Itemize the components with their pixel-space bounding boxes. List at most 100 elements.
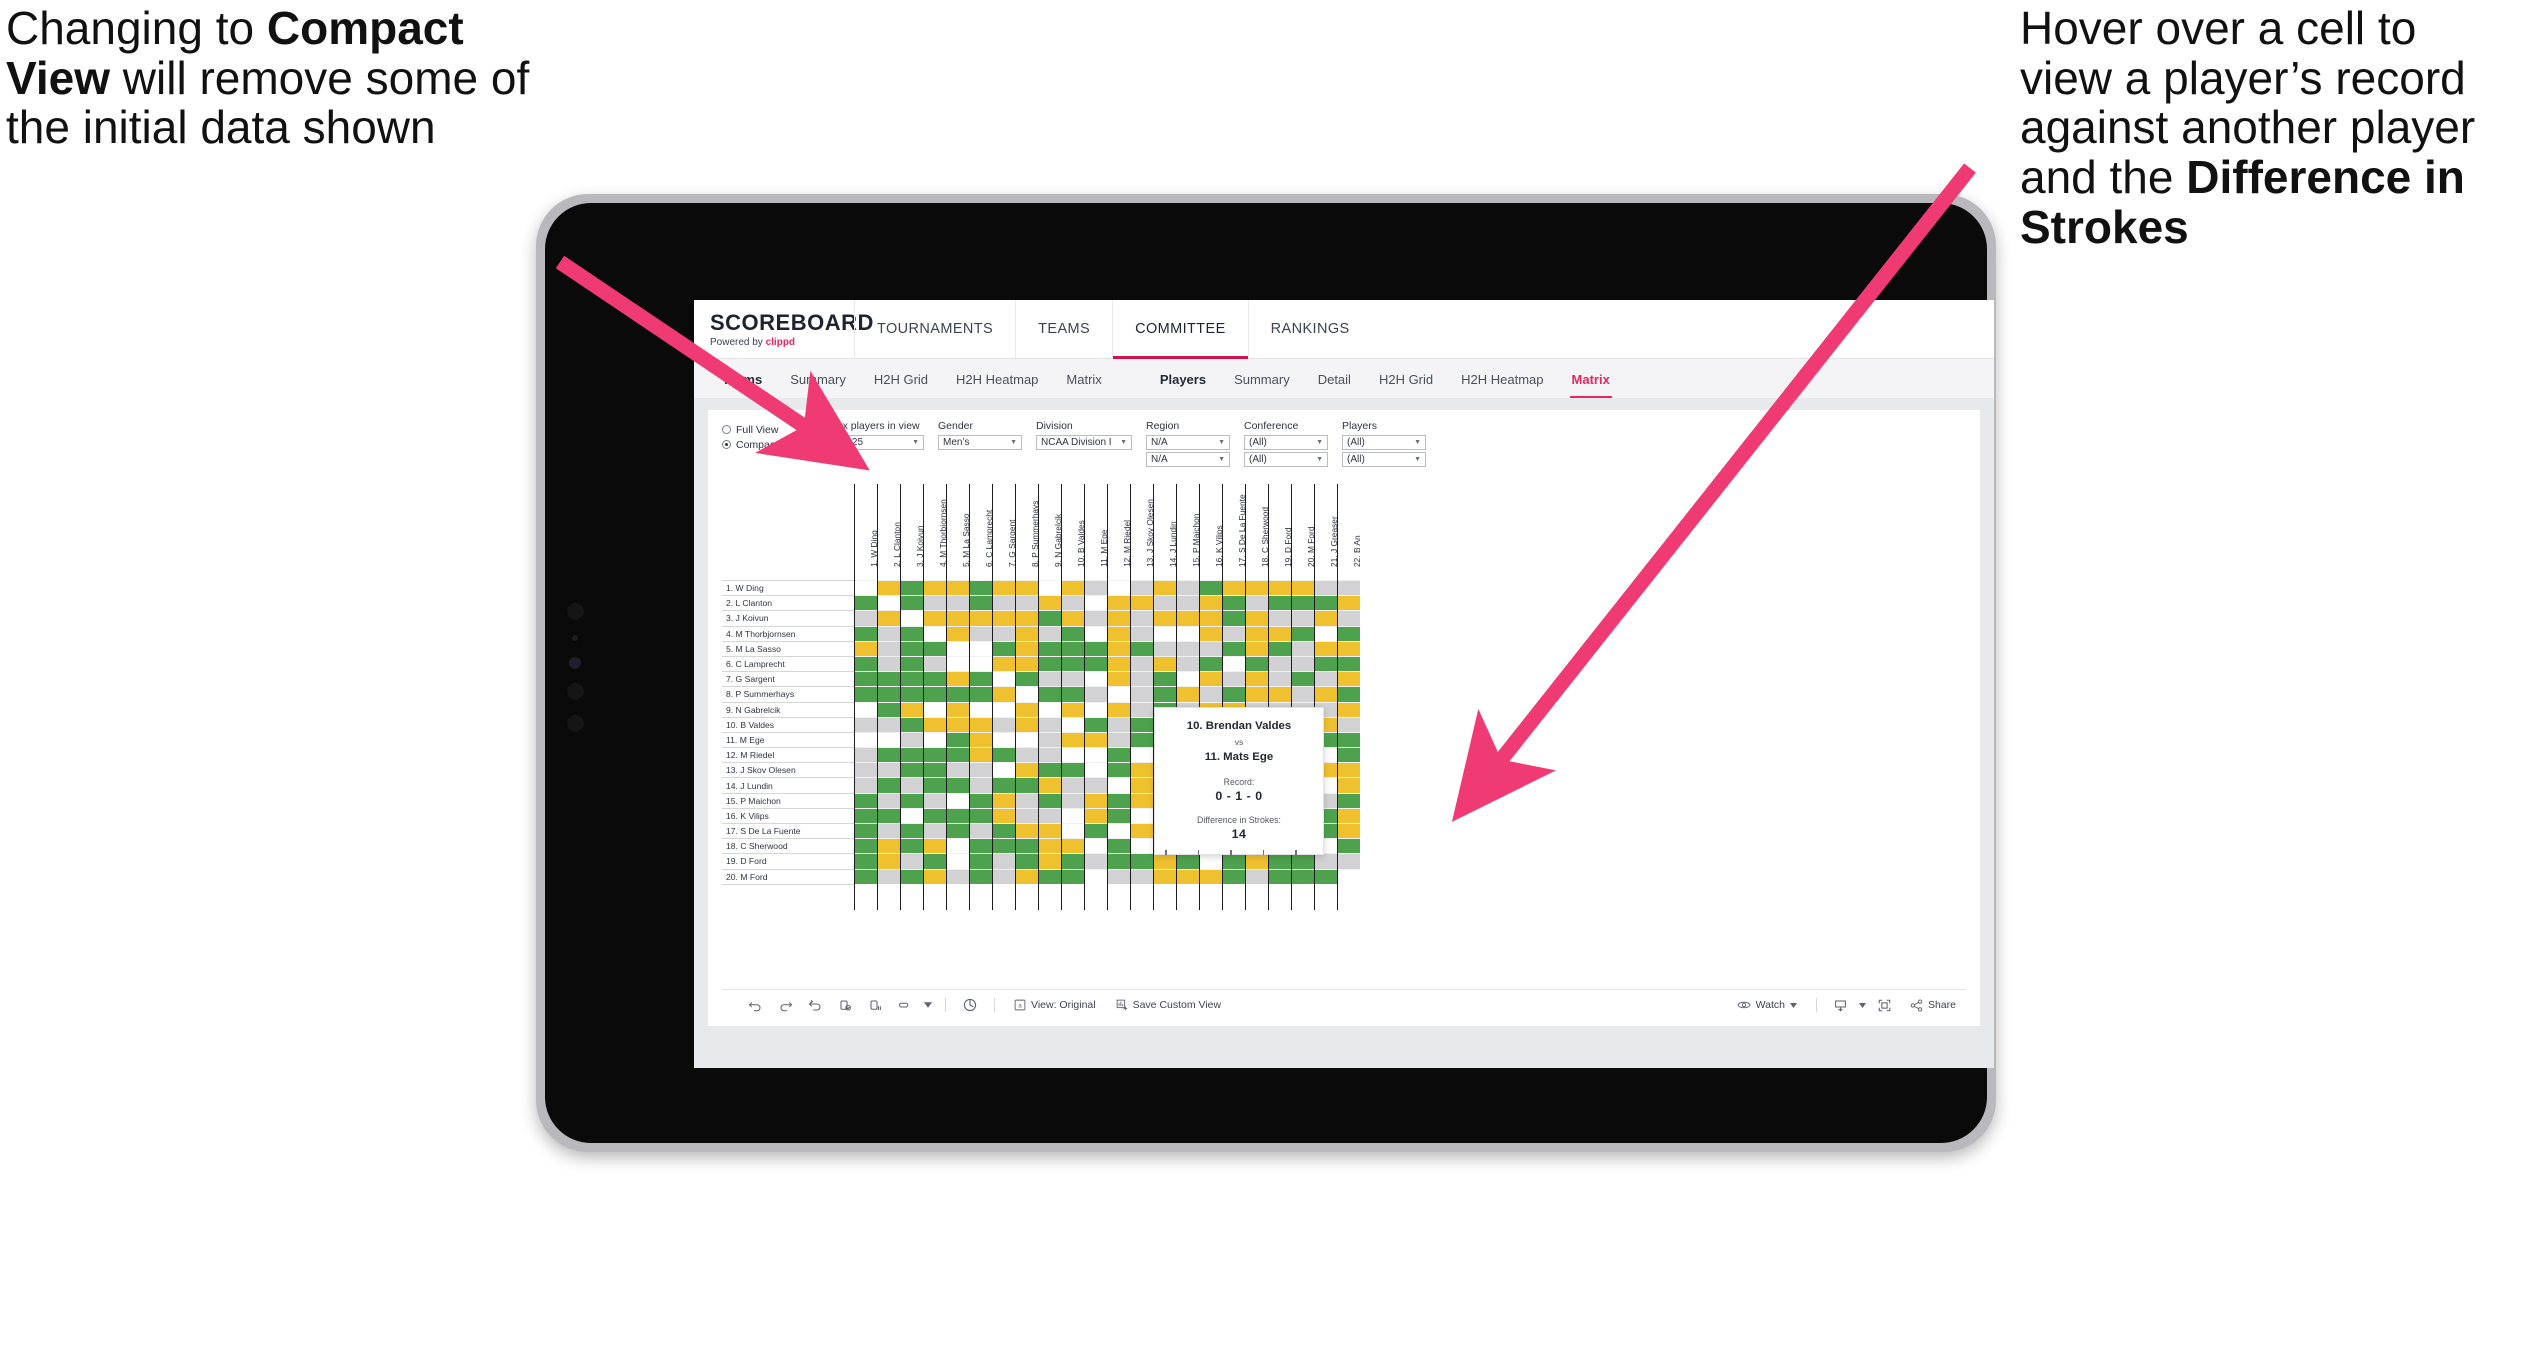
top-nav-item-rankings[interactable]: RANKINGS [1247,300,1372,358]
matrix-cell[interactable] [877,838,901,854]
matrix-cell[interactable] [1015,716,1039,733]
matrix-cell[interactable] [900,610,924,627]
matrix-cell[interactable] [1061,610,1085,627]
matrix-cell[interactable] [946,822,970,839]
matrix-cell[interactable] [1337,822,1360,839]
matrix-cell[interactable] [1291,853,1315,870]
matrix-cell[interactable] [854,762,878,778]
matrix-cell[interactable] [1222,868,1246,885]
matrix-col-header[interactable]: 1. W Ding [854,484,879,581]
top-nav-item-teams[interactable]: TEAMS [1015,300,1112,358]
matrix-cell[interactable] [1337,671,1360,687]
matrix-cell[interactable] [900,595,924,611]
matrix-cell[interactable] [1337,701,1360,718]
matrix-cell[interactable] [1107,671,1131,687]
matrix-cell[interactable] [1337,640,1360,657]
save-custom-view-button[interactable]: Save Custom View [1106,999,1232,1011]
matrix-cell[interactable] [992,610,1016,627]
matrix-cell[interactable] [1107,807,1131,824]
matrix-cell[interactable] [900,579,924,596]
matrix-cell[interactable] [1314,595,1338,611]
matrix-cell[interactable] [1061,686,1085,702]
matrix-cell[interactable] [1015,777,1039,794]
matrix-cell[interactable] [1038,671,1062,687]
matrix-cell[interactable] [1015,579,1039,596]
matrix-col-header[interactable]: 8. P Summerhays [1015,484,1040,581]
matrix-cell[interactable] [1084,716,1108,733]
matrix-cell[interactable] [1107,610,1131,627]
matrix-cell[interactable] [854,701,878,718]
matrix-cell[interactable] [969,625,993,642]
matrix-cell[interactable] [1314,686,1338,702]
matrix-cell[interactable] [1107,625,1131,642]
matrix-cell[interactable] [854,838,878,854]
matrix-cell[interactable] [969,731,993,748]
matrix-cell[interactable] [992,671,1016,687]
matrix-cell[interactable] [946,838,970,854]
matrix-cell[interactable] [877,686,901,702]
matrix-cell[interactable] [877,777,901,794]
matrix-cell[interactable] [1038,655,1062,672]
matrix-cell[interactable] [1015,595,1039,611]
matrix-cell[interactable] [1153,640,1177,657]
matrix-col-header[interactable]: 17. S De La Fuente [1222,484,1247,581]
matrix-cell[interactable] [1222,655,1246,672]
matrix-cell[interactable] [1038,701,1062,718]
matrix-cell[interactable] [969,868,993,885]
matrix-cell[interactable] [1038,716,1062,733]
matrix-cell[interactable] [1153,595,1177,611]
matrix-cell[interactable] [1061,822,1085,839]
matrix-cell[interactable] [1153,579,1177,596]
matrix-cell[interactable] [1084,762,1108,778]
matrix-cell[interactable] [1084,610,1108,627]
matrix-cell[interactable] [854,792,878,809]
matrix-cell[interactable] [1107,716,1131,733]
matrix-cell[interactable] [992,595,1016,611]
matrix-cell[interactable] [1245,853,1269,870]
matrix-cell[interactable] [923,625,947,642]
matrix-cell[interactable] [1314,610,1338,627]
matrix-cell[interactable] [877,868,901,885]
matrix-cell[interactable] [1084,686,1108,702]
matrix-cell[interactable] [854,868,878,885]
share-button[interactable]: Share [1900,998,1966,1012]
matrix-cell[interactable] [1268,640,1292,657]
matrix-cell[interactable] [1061,595,1085,611]
matrix-cell[interactable] [923,792,947,809]
matrix-cell[interactable] [992,731,1016,748]
radio-compact-view-icon[interactable] [722,440,731,449]
matrix-cell[interactable] [923,716,947,733]
matrix-col-header[interactable]: 12. M Riedel [1107,484,1132,581]
matrix-cell[interactable] [1199,686,1223,702]
matrix-cell[interactable] [1015,610,1039,627]
matrix-cell[interactable] [1130,671,1154,687]
matrix-cell[interactable] [877,625,901,642]
matrix-cell[interactable] [923,868,947,885]
filter-division-select[interactable]: NCAA Division I ▼ [1036,435,1132,450]
matrix-cell[interactable] [969,716,993,733]
presentation-dropdown-icon[interactable] [920,990,936,1020]
radio-compact-view[interactable]: Compact View [722,437,814,452]
matrix-cell[interactable] [1107,868,1131,885]
matrix-cell[interactable] [1337,716,1360,733]
sub-nav-item-players[interactable]: Players [1146,372,1220,387]
matrix-cell[interactable] [854,579,878,596]
matrix-col-header[interactable]: 10. B Valdes [1061,484,1086,581]
matrix-cell[interactable] [1291,671,1315,687]
matrix-cell[interactable] [877,853,901,870]
matrix-cell[interactable] [992,792,1016,809]
matrix-cell[interactable] [1130,701,1154,718]
matrix-cell[interactable] [1061,625,1085,642]
matrix-cell[interactable] [1061,671,1085,687]
matrix-cell[interactable] [1314,579,1338,596]
matrix-cell[interactable] [923,671,947,687]
matrix-cell[interactable] [900,701,924,718]
download-dropdown-icon[interactable] [1856,990,1870,1020]
matrix-cell[interactable] [1130,579,1154,596]
matrix-cell[interactable] [1061,868,1085,885]
matrix-cell[interactable] [1176,853,1200,870]
matrix-cell[interactable] [1015,747,1039,763]
matrix-cell[interactable] [1015,655,1039,672]
matrix-cell[interactable] [854,747,878,763]
brand-logo[interactable]: SCOREBOARD Powered by clippd [694,300,873,358]
